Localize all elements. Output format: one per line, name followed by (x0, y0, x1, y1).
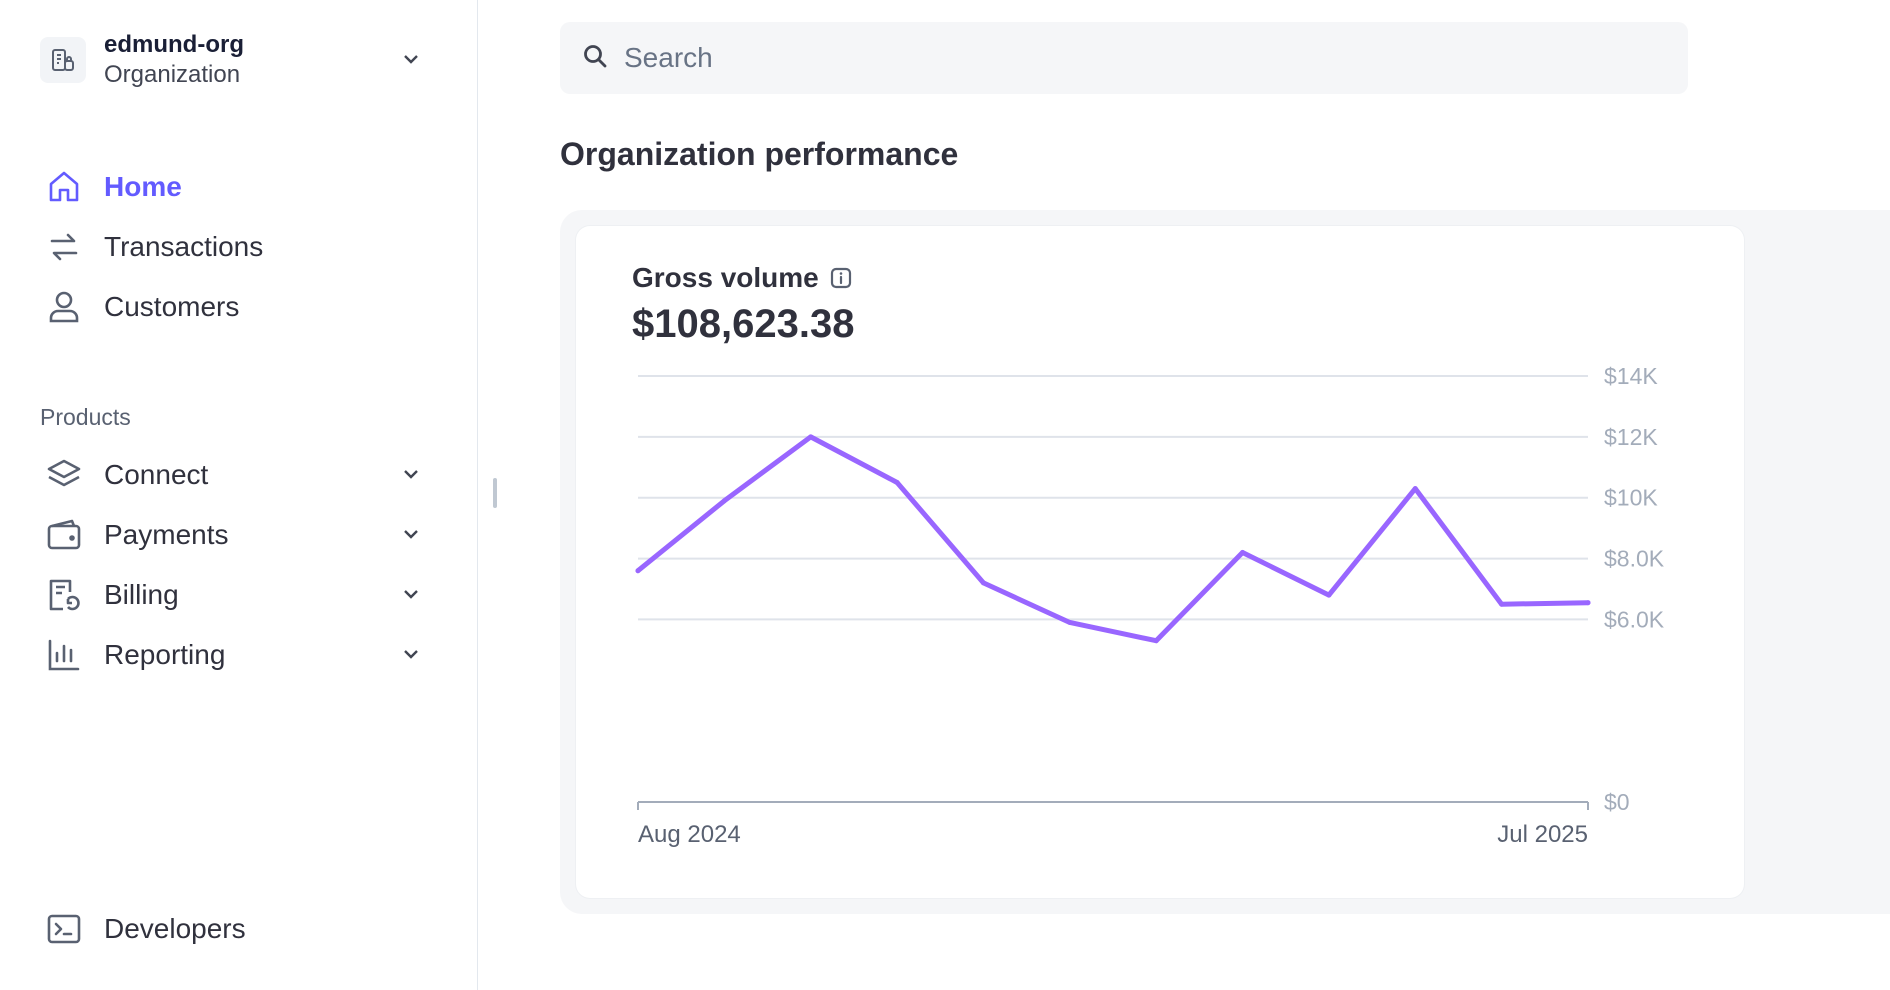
search-input[interactable] (622, 41, 1626, 75)
chevron-down-icon[interactable] (400, 523, 422, 550)
data-point (894, 480, 900, 485)
y-tick-label: $8.0K (1604, 546, 1665, 572)
x-tick-label: Aug 2024 (638, 821, 741, 848)
nav-item-reporting[interactable]: Reporting (40, 630, 440, 680)
customers-icon (40, 283, 88, 331)
nav-item-customers[interactable]: Customers (40, 282, 440, 332)
data-point (1153, 638, 1159, 644)
data-point (635, 568, 641, 574)
sidebar: edmund-org Organization Home Transaction… (0, 0, 478, 990)
nav-label-developers: Developers (104, 913, 246, 944)
terminal-icon (40, 905, 88, 953)
data-point (1326, 592, 1332, 598)
data-point (1067, 619, 1073, 625)
series-line (635, 434, 1591, 644)
transactions-icon (40, 223, 88, 271)
gross-volume-chart: $0 $6.0K $8.0K $10K $12K $14K Aug 2024 Jul 2025 (635, 363, 1665, 848)
page-title: Organization performance (560, 136, 959, 172)
chevron-down-icon[interactable] (400, 583, 422, 610)
data-point (1412, 486, 1418, 492)
y-tick-label: $12K (1604, 424, 1658, 450)
nav-label-transactions: Transactions (104, 231, 264, 262)
home-icon (40, 163, 88, 211)
org-building-icon (40, 37, 86, 83)
data-point (980, 580, 986, 586)
nav-item-developers[interactable]: Developers (40, 904, 440, 954)
chevron-down-icon[interactable] (400, 643, 422, 670)
y-tick-label: $14K (1604, 363, 1658, 389)
products-section-label: Products (40, 404, 131, 430)
reporting-icon (40, 631, 88, 679)
sidebar-resize-handle[interactable] (493, 478, 497, 508)
data-point (721, 498, 727, 504)
data-point (808, 434, 814, 440)
data-point (1240, 549, 1246, 555)
data-point (1585, 600, 1591, 606)
y-tick-label: $10K (1604, 485, 1658, 511)
connect-icon (40, 451, 88, 499)
chevron-down-icon (400, 48, 422, 75)
chevron-down-icon[interactable] (400, 463, 422, 490)
nav-item-connect[interactable]: Connect (40, 450, 440, 500)
nav-label-payments: Payments (104, 519, 229, 550)
org-type: Organization (104, 61, 241, 88)
payments-icon (40, 511, 88, 559)
nav-label-customers: Customers (104, 291, 240, 322)
nav-label-connect: Connect (104, 459, 209, 490)
nav-label-billing: Billing (104, 579, 179, 610)
search-icon (582, 43, 608, 74)
nav-item-home[interactable]: Home (40, 162, 440, 212)
data-point (1499, 601, 1505, 607)
nav-item-billing[interactable]: Billing (40, 570, 440, 620)
y-tick-label: $0 (1604, 789, 1630, 815)
x-tick-label: Jul 2025 (1497, 821, 1588, 848)
nav-label-home: Home (104, 171, 182, 202)
search-bar[interactable] (560, 22, 1688, 94)
nav-item-payments[interactable]: Payments (40, 510, 440, 560)
nav-label-reporting: Reporting (104, 639, 226, 670)
y-tick-label: $6.0K (1604, 606, 1665, 632)
billing-icon (40, 571, 88, 619)
nav-item-transactions[interactable]: Transactions (40, 222, 440, 272)
org-switcher[interactable]: edmund-org Organization (40, 31, 440, 88)
org-name: edmund-org (104, 31, 244, 58)
